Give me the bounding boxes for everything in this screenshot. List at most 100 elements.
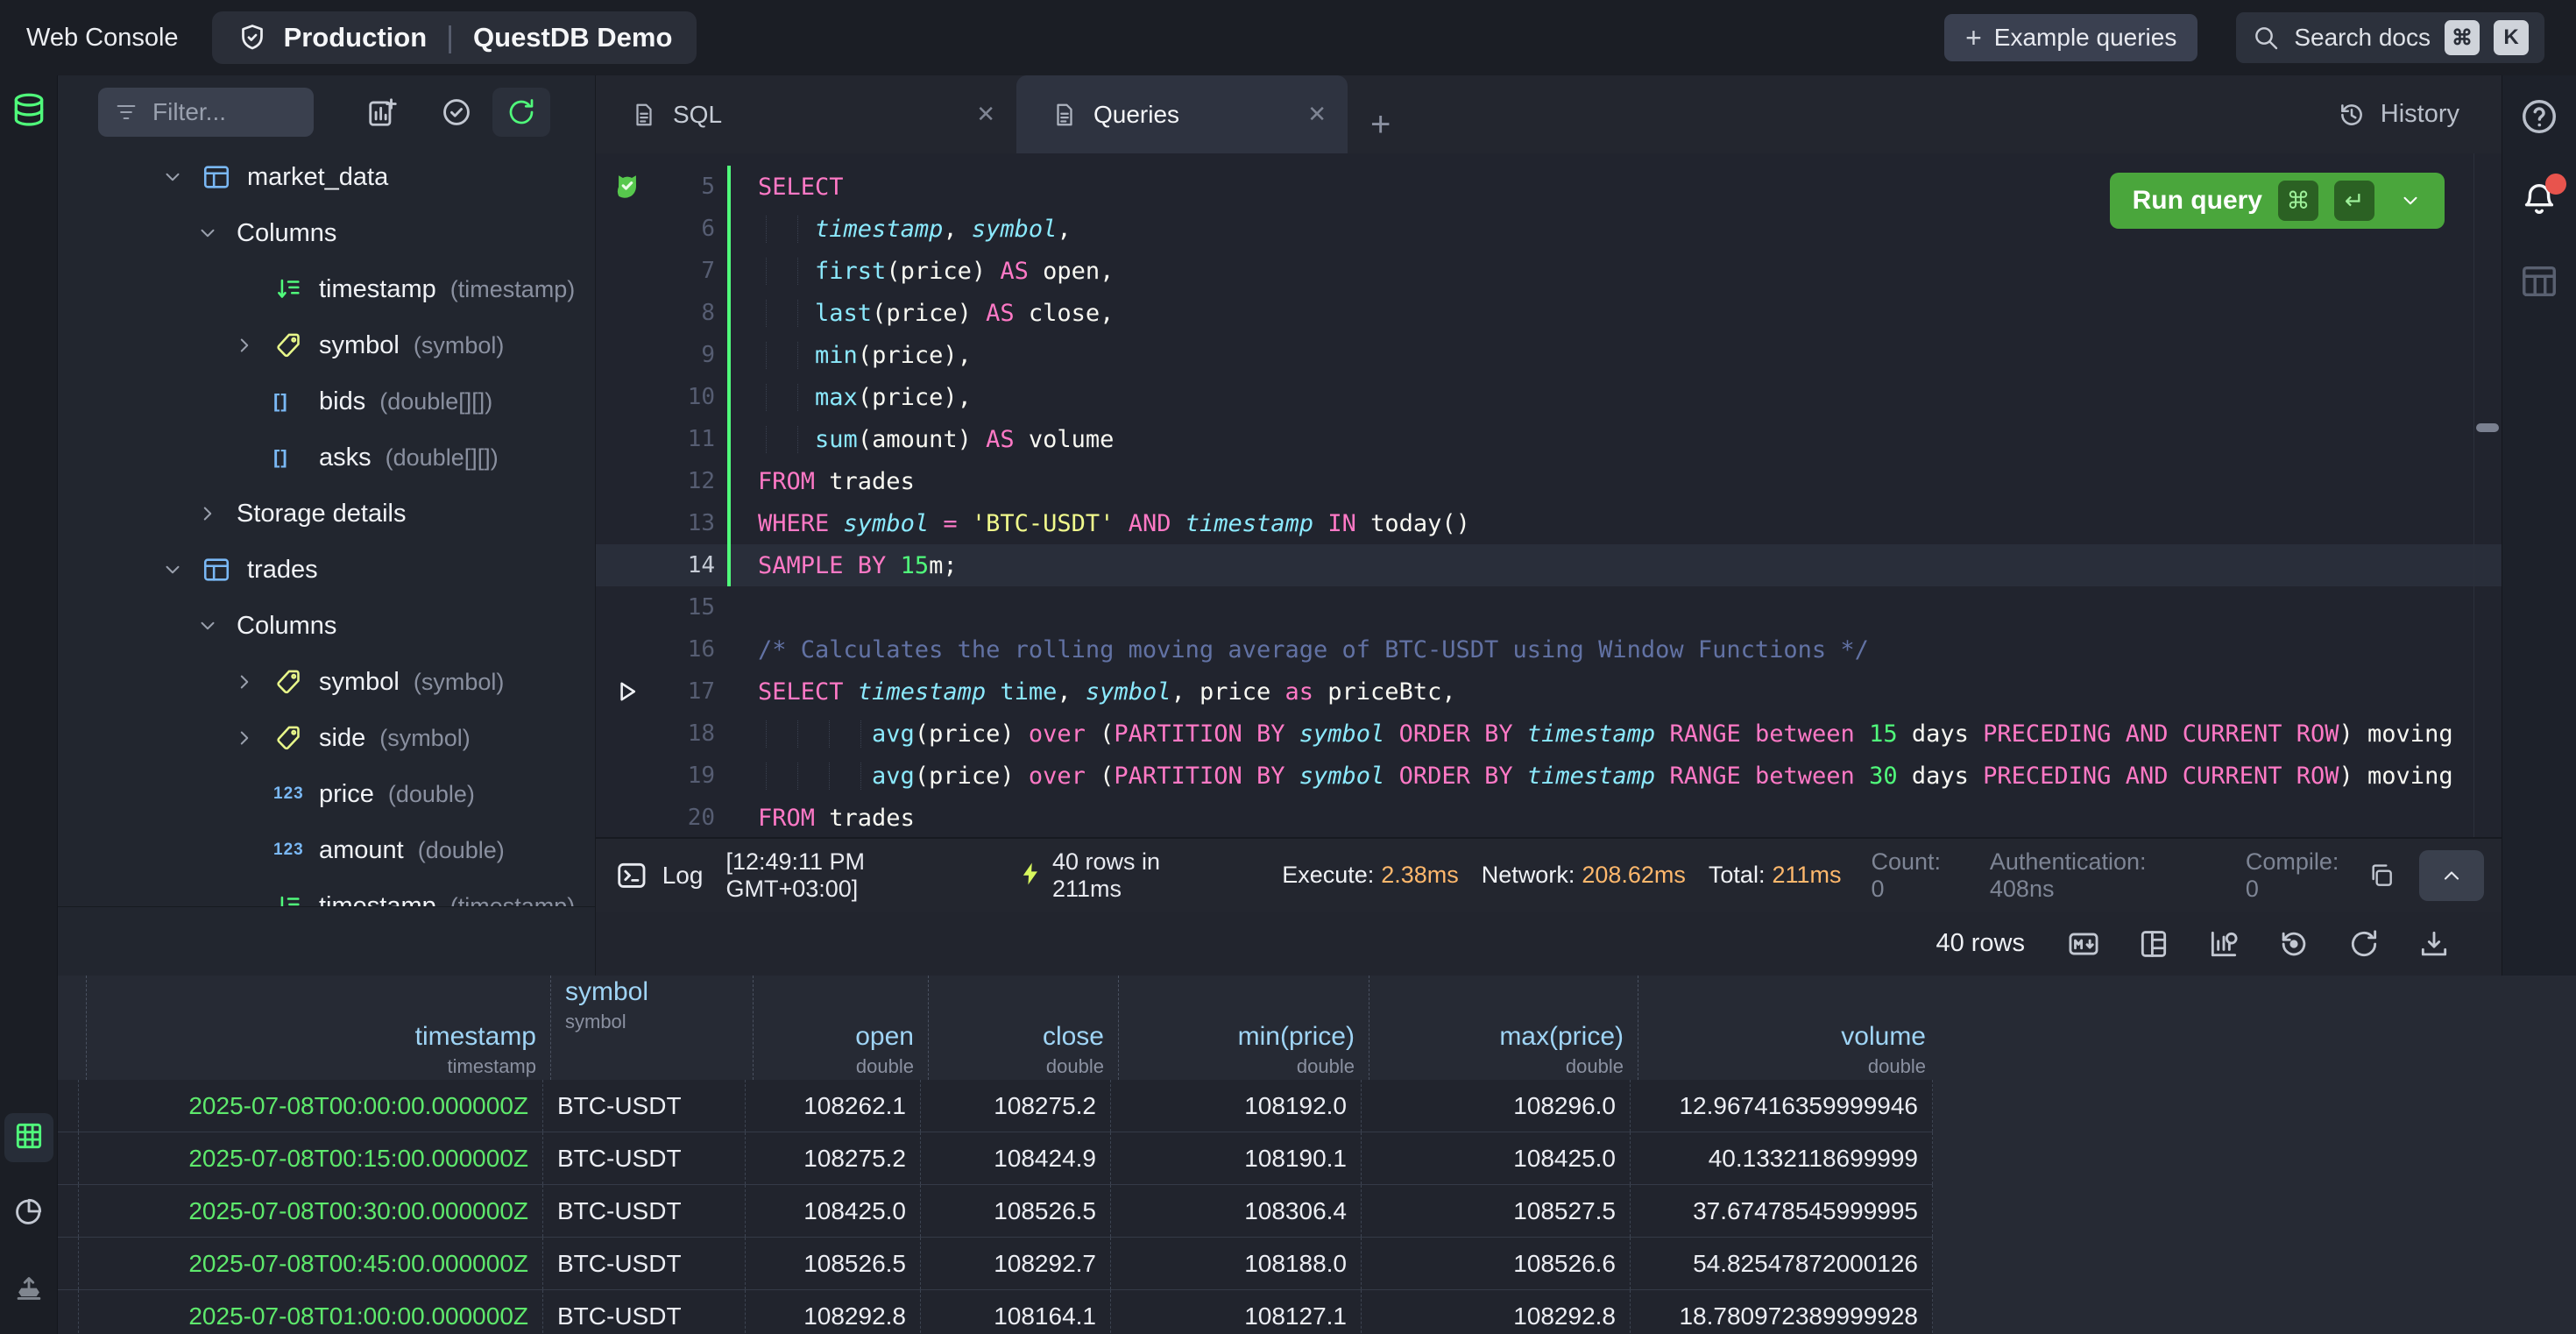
- add-metrics-button[interactable]: [366, 96, 400, 129]
- add-tab-button[interactable]: +: [1370, 105, 1391, 153]
- search-docs-button[interactable]: Search docs ⌘ K: [2236, 12, 2544, 63]
- cell-close[interactable]: 108526.5: [921, 1185, 1111, 1237]
- editor-line-17[interactable]: 17SELECT timestamp time, symbol, price a…: [596, 671, 2502, 713]
- editor-line-5[interactable]: 5SELECT: [596, 166, 2502, 208]
- cell-close[interactable]: 108424.9: [921, 1132, 1111, 1184]
- cell-max-price-[interactable]: 108296.0: [1362, 1080, 1631, 1132]
- chevron-down-icon[interactable]: [196, 222, 237, 245]
- cell-open[interactable]: 108526.5: [746, 1238, 921, 1289]
- refresh-schema-button[interactable]: [492, 88, 550, 137]
- editor-line-20[interactable]: 20FROM trades: [596, 797, 2502, 837]
- results-grid[interactable]: timestamp timestamp symbol symbol open d…: [58, 976, 2576, 1334]
- cell-max-price-[interactable]: 108425.0: [1362, 1132, 1631, 1184]
- chevron-down-icon[interactable]: [161, 558, 202, 581]
- cell-timestamp[interactable]: 2025-07-08T01:00:00.000000Z: [79, 1290, 543, 1334]
- tree-item-symbol[interactable]: symbol(symbol): [58, 654, 595, 710]
- cell-timestamp[interactable]: 2025-07-08T00:30:00.000000Z: [79, 1185, 543, 1237]
- layout-button[interactable]: [2137, 927, 2170, 961]
- cell-symbol[interactable]: BTC-USDT: [543, 1185, 746, 1237]
- editor-line-9[interactable]: 9 min(price),: [596, 334, 2502, 376]
- cell-symbol[interactable]: BTC-USDT: [543, 1238, 746, 1289]
- column-header-timestamp[interactable]: timestamp timestamp: [87, 976, 551, 1080]
- cell-volume[interactable]: 40.1332118699999: [1631, 1132, 1933, 1184]
- cell-timestamp[interactable]: 2025-07-08T00:45:00.000000Z: [79, 1238, 543, 1289]
- cell-close[interactable]: 108275.2: [921, 1080, 1111, 1132]
- cell-min-price-[interactable]: 108188.0: [1111, 1238, 1362, 1289]
- editor-line-19[interactable]: 19 avg(price) over (PARTITION BY symbol …: [596, 755, 2502, 797]
- editor-line-12[interactable]: 12FROM trades: [596, 460, 2502, 502]
- tree-item-market-data[interactable]: market_data: [58, 149, 595, 205]
- editor-line-15[interactable]: 15: [596, 586, 2502, 628]
- cell-volume[interactable]: 37.67478545999995: [1631, 1185, 1933, 1237]
- cell-volume[interactable]: 18.780972389999928: [1631, 1290, 1933, 1334]
- tab-queries[interactable]: Queries ✕: [1016, 75, 1348, 153]
- editor-line-16[interactable]: 16/* Calculates the rolling moving avera…: [596, 628, 2502, 671]
- editor-line-8[interactable]: 8 last(price) AS close,: [596, 292, 2502, 334]
- editor-line-6[interactable]: 6 timestamp, symbol,: [596, 208, 2502, 250]
- chevron-right-icon[interactable]: [233, 727, 273, 749]
- tree-item-columns[interactable]: Columns: [58, 205, 595, 261]
- close-icon[interactable]: ✕: [1307, 101, 1327, 128]
- side-panel-button[interactable]: [2517, 259, 2561, 303]
- query-success-icon[interactable]: [596, 172, 659, 202]
- cell-open[interactable]: 108292.8: [746, 1290, 921, 1334]
- example-queries-button[interactable]: + Example queries: [1944, 14, 2197, 61]
- tab-sql[interactable]: SQL ✕: [596, 75, 1016, 153]
- tree-item-symbol[interactable]: symbol(symbol): [58, 317, 595, 373]
- tree-item-trades[interactable]: trades: [58, 542, 595, 598]
- editor-scrollbar[interactable]: [2473, 153, 2502, 837]
- chevron-right-icon[interactable]: [196, 502, 237, 525]
- help-button[interactable]: [2517, 95, 2561, 138]
- editor-line-11[interactable]: 11 sum(amount) AS volume: [596, 418, 2502, 460]
- editor-line-14[interactable]: 14SAMPLE BY 15m;: [596, 544, 2502, 586]
- cell-volume[interactable]: 12.967416359999946: [1631, 1080, 1933, 1132]
- cell-volume[interactable]: 54.82547872000126: [1631, 1238, 1933, 1289]
- filter-input[interactable]: Filter...: [98, 88, 314, 137]
- cell-symbol[interactable]: BTC-USDT: [543, 1132, 746, 1184]
- column-header-min-price-[interactable]: min(price) double: [1119, 976, 1369, 1080]
- cell-close[interactable]: 108164.1: [921, 1290, 1111, 1334]
- column-header-max-price-[interactable]: max(price) double: [1369, 976, 1638, 1080]
- tree-item-timestamp[interactable]: timestamp(timestamp): [58, 261, 595, 317]
- editor-line-18[interactable]: 18 avg(price) over (PARTITION BY symbol …: [596, 713, 2502, 755]
- cell-open[interactable]: 108425.0: [746, 1185, 921, 1237]
- chevron-right-icon[interactable]: [233, 334, 273, 357]
- tree-item-price[interactable]: 123price(double): [58, 766, 595, 822]
- column-header-symbol[interactable]: symbol symbol: [551, 976, 754, 1080]
- column-header-open[interactable]: open double: [754, 976, 929, 1080]
- editor-line-13[interactable]: 13WHERE symbol = 'BTC-USDT' AND timestam…: [596, 502, 2502, 544]
- cell-min-price-[interactable]: 108190.1: [1111, 1132, 1362, 1184]
- cell-max-price-[interactable]: 108526.6: [1362, 1238, 1631, 1289]
- scrollbar-thumb[interactable]: [2476, 423, 2499, 432]
- tree-item-storage-details[interactable]: Storage details: [58, 486, 595, 542]
- cell-min-price-[interactable]: 108306.4: [1111, 1185, 1362, 1237]
- copy-log-button[interactable]: [2358, 852, 2405, 899]
- tree-item-amount[interactable]: 123amount(double): [58, 822, 595, 878]
- cell-min-price-[interactable]: 108127.1: [1111, 1290, 1362, 1334]
- editor-line-7[interactable]: 7 first(price) AS open,: [596, 250, 2502, 292]
- tree-item-timestamp[interactable]: timestamp(timestamp): [58, 878, 595, 907]
- history-button[interactable]: History: [2337, 75, 2459, 153]
- tree-item-bids[interactable]: []bids(double[][]): [58, 373, 595, 429]
- close-icon[interactable]: ✕: [976, 101, 995, 128]
- column-header-volume[interactable]: volume double: [1638, 976, 1941, 1080]
- download-button[interactable]: [2417, 927, 2451, 961]
- markdown-export-button[interactable]: [2067, 927, 2100, 961]
- refresh-results-button[interactable]: [2347, 927, 2381, 961]
- cell-close[interactable]: 108292.7: [921, 1238, 1111, 1289]
- chart-view-button[interactable]: [4, 1189, 53, 1238]
- cell-symbol[interactable]: BTC-USDT: [543, 1290, 746, 1334]
- cell-open[interactable]: 108262.1: [746, 1080, 921, 1132]
- notifications-button[interactable]: [2517, 177, 2561, 221]
- restore-button[interactable]: [2277, 927, 2311, 961]
- import-button[interactable]: [4, 1264, 53, 1313]
- cell-symbol[interactable]: BTC-USDT: [543, 1080, 746, 1132]
- chevron-down-icon[interactable]: [196, 614, 237, 637]
- cell-timestamp[interactable]: 2025-07-08T00:00:00.000000Z: [79, 1080, 543, 1132]
- column-header-close[interactable]: close double: [929, 976, 1119, 1080]
- chevron-down-icon[interactable]: [161, 166, 202, 188]
- tree-item-side[interactable]: side(symbol): [58, 710, 595, 766]
- tree-item-asks[interactable]: []asks(double[][]): [58, 429, 595, 486]
- editor-line-10[interactable]: 10 max(price),: [596, 376, 2502, 418]
- sql-editor[interactable]: Run query ⌘ ↵ 5SELECT6 timestamp, symbol…: [596, 153, 2502, 837]
